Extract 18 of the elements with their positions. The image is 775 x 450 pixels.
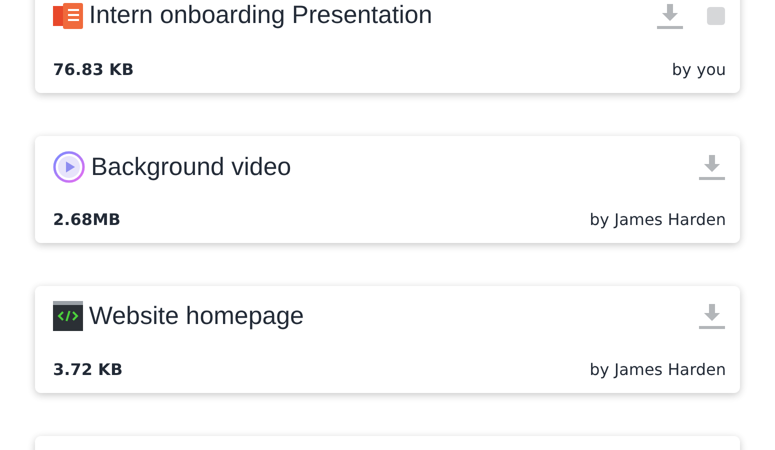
download-icon[interactable] bbox=[698, 153, 726, 181]
file-size: 76.83 KB bbox=[53, 60, 134, 79]
file-name: Background video bbox=[91, 152, 292, 182]
file-size: 3.72 KB bbox=[53, 360, 123, 379]
file-card[interactable]: Intern onboarding Presentation 76.83 KB by you bbox=[35, 0, 740, 93]
file-card[interactable]: Background video 2.68MB by James Harden bbox=[35, 136, 740, 243]
file-name: Intern onboarding Presentation bbox=[89, 1, 434, 30]
download-icon[interactable] bbox=[698, 302, 726, 330]
file-name: Website homepage bbox=[89, 302, 305, 330]
download-icon[interactable] bbox=[656, 2, 684, 30]
file-owner: by you bbox=[672, 60, 726, 79]
file-size: 2.68MB bbox=[53, 210, 121, 229]
code-window-icon bbox=[53, 301, 83, 331]
file-owner: by James Harden bbox=[590, 360, 726, 379]
presentation-icon bbox=[53, 2, 83, 28]
file-card[interactable]: Website homepage 3.72 KB by James Harden bbox=[35, 286, 740, 393]
file-owner: by James Harden bbox=[590, 210, 726, 229]
play-icon bbox=[53, 151, 85, 183]
